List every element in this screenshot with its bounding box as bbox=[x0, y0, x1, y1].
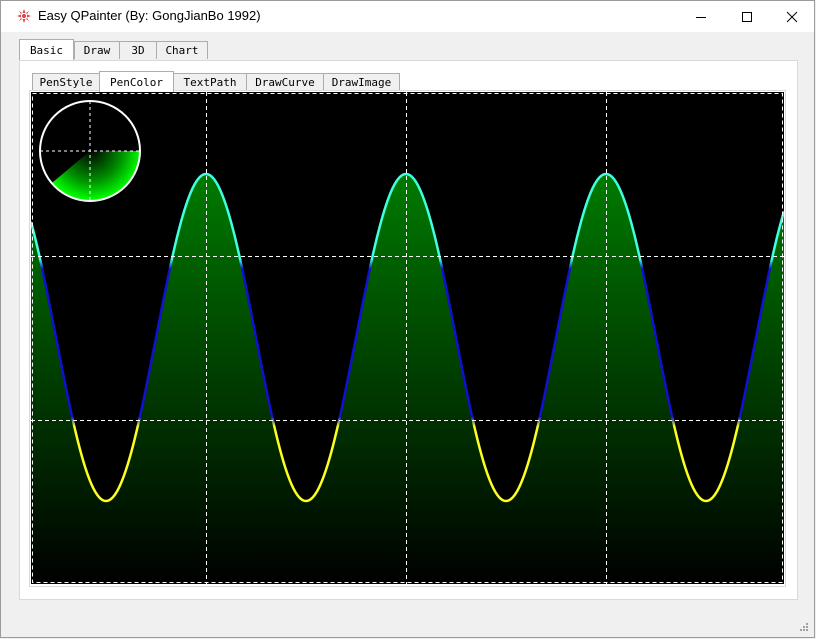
tab-penstyle[interactable]: PenStyle bbox=[32, 73, 100, 91]
maximize-button[interactable] bbox=[724, 1, 770, 32]
pen-color-canvas[interactable] bbox=[31, 92, 784, 584]
minimize-button[interactable] bbox=[678, 1, 724, 32]
tab-basic-label: Basic bbox=[29, 44, 64, 57]
tab-textpath[interactable]: TextPath bbox=[173, 73, 247, 91]
tab-drawimage[interactable]: DrawImage bbox=[323, 73, 400, 91]
tab-drawcurve-label: DrawCurve bbox=[255, 76, 315, 89]
tab-basic[interactable]: Basic bbox=[19, 39, 74, 60]
window-title: Easy QPainter (By: GongJianBo 1992) bbox=[38, 8, 261, 23]
tab-pencolor[interactable]: PenColor bbox=[99, 71, 174, 92]
tab-drawcurve[interactable]: DrawCurve bbox=[246, 73, 324, 91]
pie-gauge-icon bbox=[39, 100, 141, 202]
minimize-icon bbox=[696, 17, 706, 18]
tab-drawimage-label: DrawImage bbox=[331, 76, 392, 89]
title-bar[interactable]: Easy QPainter (By: GongJianBo 1992) bbox=[1, 1, 814, 32]
tab-draw-label: Draw bbox=[83, 44, 111, 57]
maximize-icon bbox=[742, 12, 752, 22]
close-icon bbox=[786, 11, 798, 23]
tab-pencolor-label: PenColor bbox=[110, 76, 163, 89]
app-icon bbox=[17, 9, 31, 23]
tab-3d-label: 3D bbox=[131, 44, 145, 57]
tab-draw[interactable]: Draw bbox=[74, 41, 120, 59]
close-button[interactable] bbox=[769, 1, 815, 32]
tab-3d[interactable]: 3D bbox=[119, 41, 157, 59]
tab-chart-label: Chart bbox=[165, 44, 199, 57]
tab-textpath-label: TextPath bbox=[183, 76, 237, 89]
resize-grip-icon[interactable] bbox=[798, 621, 808, 631]
tab-chart[interactable]: Chart bbox=[156, 41, 208, 59]
app-window: Easy QPainter (By: GongJianBo 1992) Basi… bbox=[0, 0, 815, 638]
tab-penstyle-label: PenStyle bbox=[39, 76, 93, 89]
